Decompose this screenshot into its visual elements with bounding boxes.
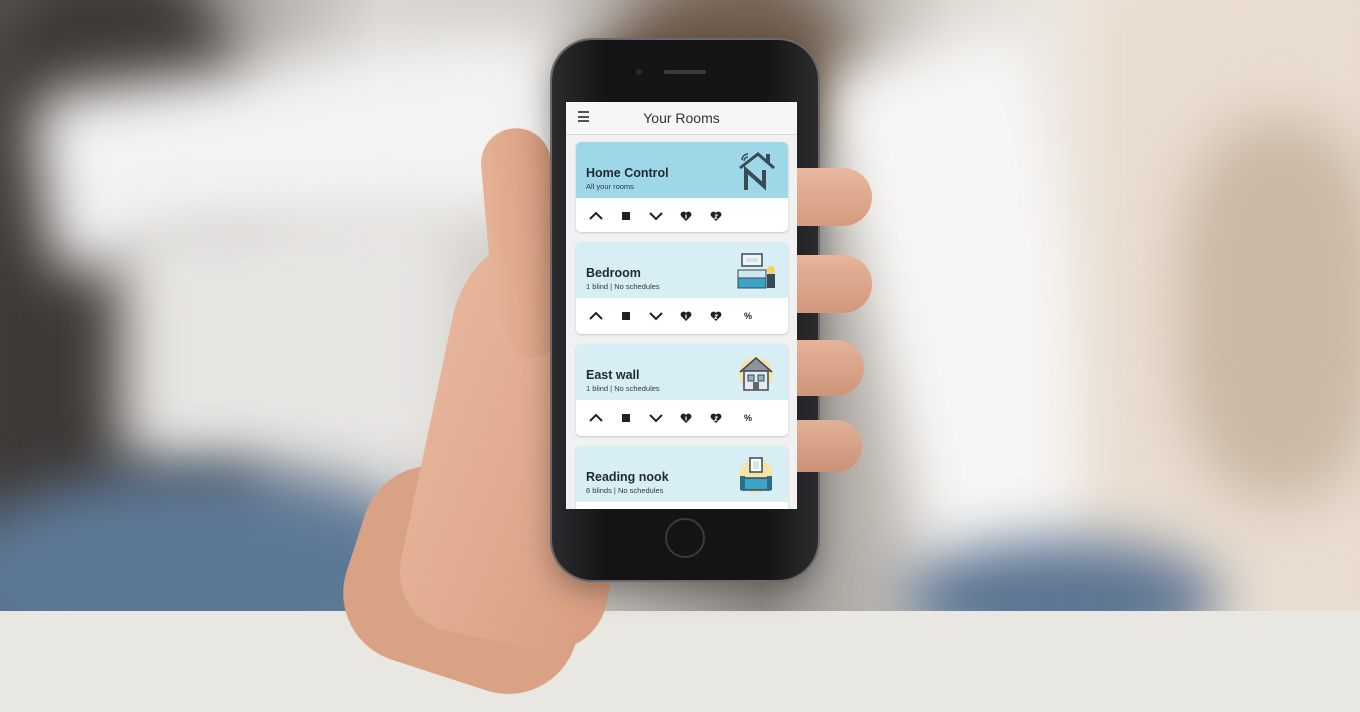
chevron-up-icon[interactable] — [588, 208, 604, 224]
room-card-header[interactable]: Reading nook 6 blinds | No schedules — [576, 446, 788, 502]
room-controls — [576, 198, 788, 232]
room-name: Bedroom — [586, 266, 641, 280]
room-card-header[interactable]: East wall 1 blind | No schedules — [576, 344, 788, 400]
page-title: Your Rooms — [643, 110, 720, 126]
chevron-up-icon[interactable] — [588, 308, 604, 324]
stop-square-icon[interactable] — [618, 208, 634, 224]
favourite-2-icon[interactable] — [708, 308, 724, 324]
phone-speaker — [664, 70, 706, 74]
chevron-up-icon[interactable] — [588, 410, 604, 426]
room-subtitle: 6 blinds | No schedules — [586, 486, 664, 495]
room-name: East wall — [586, 368, 640, 382]
room-subtitle: 1 blind | No schedules — [586, 384, 660, 393]
room-controls: % — [576, 400, 788, 436]
bedroom-icon — [736, 250, 776, 292]
room-card-header[interactable]: Home Control All your rooms — [576, 142, 788, 198]
room-name: Home Control — [586, 166, 669, 180]
stop-square-icon[interactable] — [618, 410, 634, 426]
chevron-down-icon[interactable] — [648, 410, 664, 426]
house-icon — [736, 352, 776, 394]
room-subtitle: All your rooms — [586, 182, 634, 191]
favourite-2-icon[interactable] — [708, 208, 724, 224]
stop-square-icon[interactable] — [618, 308, 634, 324]
armchair-icon — [736, 454, 776, 496]
chevron-down-icon[interactable] — [648, 208, 664, 224]
room-subtitle: 1 blind | No schedules — [586, 282, 660, 291]
favourite-1-icon[interactable] — [678, 208, 694, 224]
home-control-logo-icon — [736, 150, 776, 192]
phone-screen: Your Rooms Home Control All your rooms B… — [566, 102, 797, 509]
phone-camera — [636, 69, 642, 75]
room-card-east-wall[interactable]: East wall 1 blind | No schedules % — [576, 344, 788, 436]
room-name: Reading nook — [586, 470, 669, 484]
percent-button[interactable]: % — [740, 308, 756, 324]
favourite-1-icon[interactable] — [678, 410, 694, 426]
app-bar: Your Rooms — [566, 102, 797, 135]
favourite-1-icon[interactable] — [678, 308, 694, 324]
home-button[interactable] — [665, 518, 705, 558]
room-card-bedroom[interactable]: Bedroom 1 blind | No schedules % — [576, 242, 788, 334]
room-controls: % — [576, 298, 788, 334]
chevron-down-icon[interactable] — [648, 308, 664, 324]
percent-button[interactable]: % — [740, 410, 756, 426]
favourite-2-icon[interactable] — [708, 410, 724, 426]
room-card-reading-nook[interactable]: Reading nook 6 blinds | No schedules — [576, 446, 788, 509]
room-card-home-control[interactable]: Home Control All your rooms — [576, 142, 788, 232]
room-card-header[interactable]: Bedroom 1 blind | No schedules — [576, 242, 788, 298]
